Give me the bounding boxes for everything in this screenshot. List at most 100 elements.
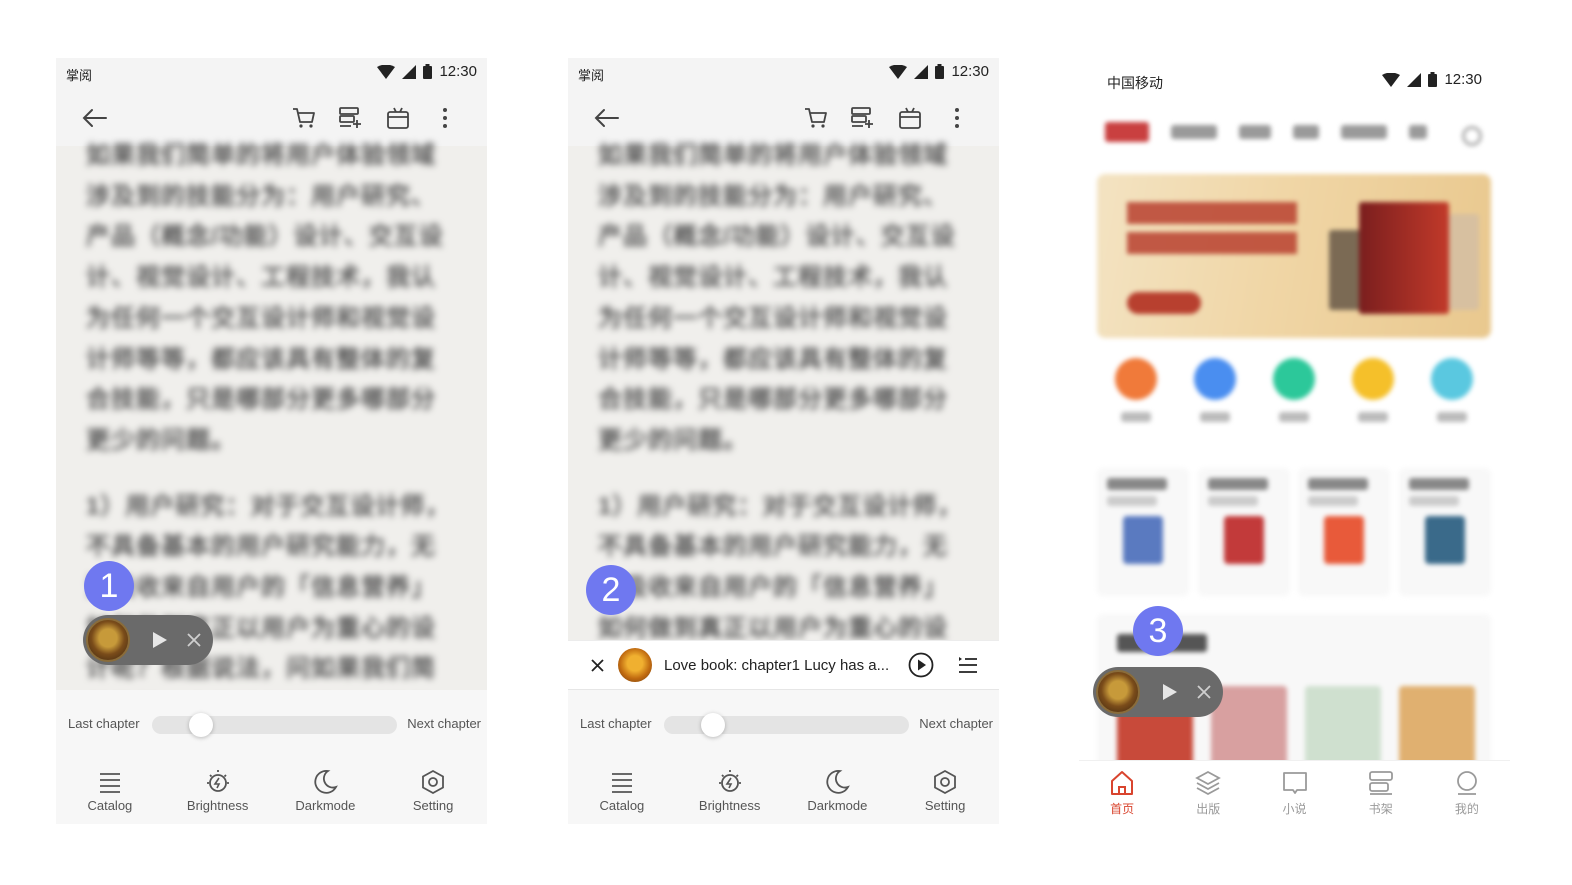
banner-headline-graphic bbox=[1127, 202, 1297, 262]
darkmode-button[interactable]: Darkmode bbox=[784, 760, 892, 824]
now-playing-title[interactable]: Love book: chapter1 Lucy has a... bbox=[664, 657, 892, 674]
close-icon[interactable] bbox=[184, 630, 204, 650]
nav-bookshelf[interactable]: 书架 bbox=[1338, 761, 1424, 824]
step-badge-1: 1 bbox=[84, 561, 134, 611]
add-to-shelf-icon[interactable] bbox=[847, 102, 879, 134]
status-time: 12:30 bbox=[439, 63, 477, 80]
list-icon bbox=[611, 773, 632, 793]
settings-icon bbox=[934, 769, 957, 795]
next-chapter-button[interactable]: Next chapter bbox=[407, 716, 481, 731]
nav-novel-label: 小说 bbox=[1282, 802, 1307, 816]
nav-bookshelf-label: 书架 bbox=[1368, 802, 1393, 816]
darkmode-button[interactable]: Darkmode bbox=[272, 760, 380, 824]
tab[interactable] bbox=[1293, 125, 1319, 139]
next-chapter-button[interactable]: Next chapter bbox=[919, 716, 993, 731]
status-time: 12:30 bbox=[951, 63, 989, 80]
status-bar: 中国移动 12:30 bbox=[1079, 58, 1510, 104]
promo-banner[interactable] bbox=[1097, 174, 1491, 338]
reader-bottom-nav: Catalog Brightness Darkmode Setting bbox=[568, 760, 999, 824]
playlist-icon[interactable] bbox=[956, 653, 980, 677]
tab[interactable] bbox=[1171, 125, 1217, 139]
setting-button[interactable]: Setting bbox=[379, 760, 487, 824]
status-bar: 掌阅 12:30 bbox=[568, 58, 999, 88]
brightness-icon bbox=[206, 770, 229, 792]
battery-icon bbox=[423, 64, 433, 79]
list-icon bbox=[99, 773, 120, 793]
paragraph: 如果我们简单的将用户体验领域涉及到的技能分为：用户研究、产品（概念/功能）设计、… bbox=[598, 142, 956, 454]
wifi-icon bbox=[377, 64, 396, 79]
home-category-tabs bbox=[1105, 122, 1427, 142]
feature-card[interactable] bbox=[1097, 468, 1189, 596]
audio-mini-bar[interactable]: Love book: chapter1 Lucy has a... bbox=[568, 640, 999, 690]
feature-card[interactable] bbox=[1398, 468, 1491, 596]
cart-icon[interactable] bbox=[288, 102, 320, 134]
play-icon[interactable] bbox=[1160, 682, 1180, 702]
close-icon[interactable] bbox=[1194, 682, 1214, 702]
nav-novel[interactable]: 小说 bbox=[1251, 761, 1337, 824]
book-cover-avatar[interactable] bbox=[86, 618, 130, 662]
reader-screen-floating-player: 掌阅 12:30 如果我们简单的将用户体验领域涉及到的技能分为：用户研究、产品（… bbox=[56, 58, 487, 824]
cart-icon[interactable] bbox=[800, 102, 832, 134]
more-vertical-icon[interactable] bbox=[941, 102, 973, 134]
play-icon[interactable] bbox=[150, 630, 170, 650]
book-cover-avatar[interactable] bbox=[1096, 670, 1140, 714]
book-cover-avatar[interactable] bbox=[618, 648, 652, 682]
chapter-slider[interactable] bbox=[664, 713, 909, 737]
nav-home-label: 首页 bbox=[1110, 802, 1135, 816]
brightness-icon bbox=[718, 770, 741, 792]
search-icon[interactable] bbox=[1462, 126, 1482, 146]
layers-icon bbox=[1195, 770, 1222, 796]
status-app-name: 掌阅 bbox=[578, 68, 605, 83]
more-vertical-icon[interactable] bbox=[429, 102, 461, 134]
catalog-button[interactable]: Catalog bbox=[568, 760, 676, 824]
reader-screen-mini-bar: 掌阅 12:30 如果我们简单的将用户体验领域涉及到的技能分为：用户研究、产品（… bbox=[568, 58, 999, 824]
step-badge-2: 2 bbox=[586, 565, 636, 615]
gift-box-icon[interactable] bbox=[894, 102, 926, 134]
moon-icon bbox=[826, 770, 851, 794]
home-bottom-nav: 首页 出版 小说 书架 我的 bbox=[1079, 760, 1510, 824]
setting-label: Setting bbox=[924, 798, 966, 813]
quick-entry[interactable] bbox=[1114, 358, 1158, 448]
tab[interactable] bbox=[1239, 125, 1271, 139]
darkmode-label: Darkmode bbox=[807, 798, 868, 813]
setting-label: Setting bbox=[412, 798, 454, 813]
quick-entry[interactable] bbox=[1430, 358, 1474, 448]
gift-box-icon[interactable] bbox=[382, 102, 414, 134]
tab-active[interactable] bbox=[1105, 122, 1149, 142]
floating-audio-player[interactable] bbox=[83, 615, 213, 665]
brightness-button[interactable]: Brightness bbox=[676, 760, 784, 824]
quick-entry[interactable] bbox=[1272, 358, 1316, 448]
wifi-icon bbox=[889, 64, 908, 79]
nav-profile[interactable]: 我的 bbox=[1424, 761, 1510, 824]
battery-icon bbox=[1428, 72, 1438, 87]
darkmode-label: Darkmode bbox=[295, 798, 356, 813]
feature-card[interactable] bbox=[1298, 468, 1391, 596]
brightness-button[interactable]: Brightness bbox=[164, 760, 272, 824]
tab[interactable] bbox=[1409, 125, 1427, 139]
slider-knob[interactable] bbox=[701, 713, 725, 737]
close-icon[interactable] bbox=[586, 654, 608, 676]
setting-button[interactable]: Setting bbox=[891, 760, 999, 824]
profile-icon bbox=[1457, 771, 1477, 795]
last-chapter-button[interactable]: Last chapter bbox=[68, 716, 140, 731]
nav-publish[interactable]: 出版 bbox=[1165, 761, 1251, 824]
slider-knob[interactable] bbox=[189, 713, 213, 737]
tab[interactable] bbox=[1341, 125, 1387, 139]
status-time: 12:30 bbox=[1444, 71, 1482, 88]
back-arrow-icon[interactable] bbox=[78, 102, 110, 134]
nav-publish-label: 出版 bbox=[1196, 802, 1221, 816]
nav-home[interactable]: 首页 bbox=[1079, 761, 1165, 824]
chapter-slider[interactable] bbox=[152, 713, 397, 737]
catalog-button[interactable]: Catalog bbox=[56, 760, 164, 824]
quick-entry[interactable] bbox=[1351, 358, 1395, 448]
quick-entry[interactable] bbox=[1193, 358, 1237, 448]
floating-audio-player[interactable] bbox=[1093, 667, 1223, 717]
banner-cta-graphic bbox=[1127, 292, 1201, 314]
add-to-shelf-icon[interactable] bbox=[335, 102, 367, 134]
step-badge-3: 3 bbox=[1133, 606, 1183, 656]
back-arrow-icon[interactable] bbox=[590, 102, 622, 134]
banner-book-graphic bbox=[1359, 202, 1449, 314]
last-chapter-button[interactable]: Last chapter bbox=[580, 716, 652, 731]
feature-card[interactable] bbox=[1197, 468, 1290, 596]
play-circle-icon[interactable] bbox=[908, 652, 934, 678]
